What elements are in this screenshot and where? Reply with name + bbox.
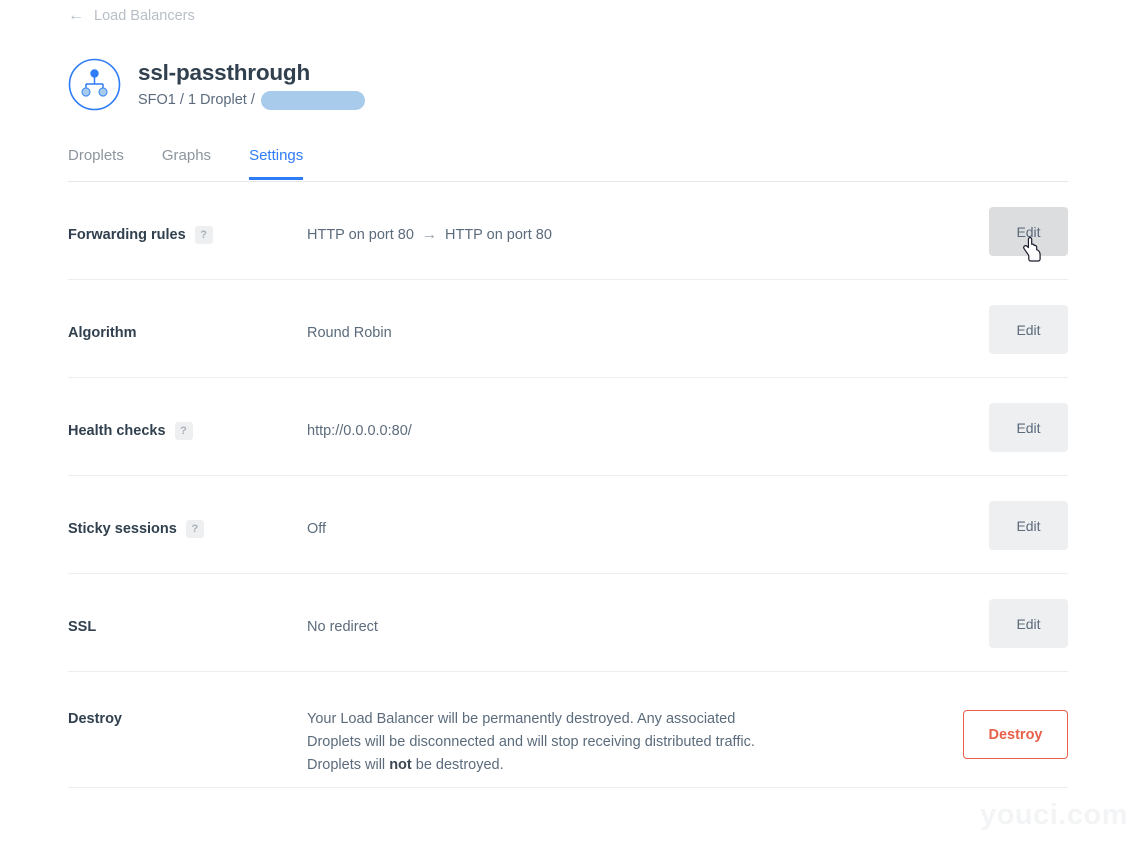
load-balancer-settings-page: ← Load Balancers ssl-passthrough SFO1 / … [0,0,1136,856]
settings-row-destroy: Destroy Your Load Balancer will be perma… [68,671,1068,787]
settings-row-value-cell: Your Load Balancer will be permanently d… [307,672,911,777]
tab-droplets[interactable]: Droplets [68,146,124,180]
destroy-description: Your Load Balancer will be permanently d… [307,708,787,777]
sticky-sessions-value: Off [307,521,327,537]
settings-label-forwarding-rules: Forwarding rules [68,227,186,243]
settings-label-algorithm: Algorithm [68,325,137,341]
breadcrumb-back-label: Load Balancers [94,8,195,24]
destroy-description-part2: be destroyed. [411,757,504,773]
settings-row-action-cell: Edit [911,574,1068,648]
settings-row-label-cell: Forwarding rules ? [68,182,307,244]
destroy-description-part1: Your Load Balancer will be permanently d… [307,711,755,773]
edit-button-forwarding-rules[interactable]: Edit [989,207,1068,256]
destroy-description-emphasis: not [389,757,412,773]
settings-row-value-cell: HTTP on port 80 → HTTP on port 80 [307,182,911,245]
edit-button-health-checks[interactable]: Edit [989,403,1068,452]
tab-graphs[interactable]: Graphs [162,146,211,180]
tab-settings[interactable]: Settings [249,146,304,180]
settings-row-action-cell: Edit [911,182,1068,256]
settings-list: Forwarding rules ? HTTP on port 80 → HTT… [68,181,1068,788]
load-balancer-icon [68,58,121,111]
forwarding-rule-target: HTTP on port 80 [445,227,552,243]
load-balancer-title-block: ssl-passthrough SFO1 / 1 Droplet / [138,57,365,110]
settings-row-label-cell: Destroy [68,672,307,728]
watermark: youci.com [980,799,1128,831]
settings-row-algorithm: Algorithm Round Robin Edit [68,279,1068,377]
settings-list-bottom-divider [68,787,1068,788]
ssl-value: No redirect [307,619,378,635]
edit-button-sticky-sessions[interactable]: Edit [989,501,1068,550]
health-check-value: http://0.0.0.0:80/ [307,423,412,439]
help-icon-forwarding-rules[interactable]: ? [194,226,213,244]
breadcrumb-back-load-balancers[interactable]: ← Load Balancers [68,6,195,26]
settings-row-value-cell: http://0.0.0.0:80/ [307,378,911,441]
settings-label-destroy: Destroy [68,711,122,727]
settings-row-action-cell: Destroy [911,672,1068,759]
forwarding-rule-value: HTTP on port 80 → HTTP on port 80 [307,225,891,245]
arrow-left-icon: ← [68,7,84,24]
forwarding-rule-source: HTTP on port 80 [307,227,414,243]
help-icon-health-checks[interactable]: ? [174,422,193,440]
settings-row-label-cell: Health checks ? [68,378,307,440]
settings-row-action-cell: Edit [911,280,1068,354]
page-title: ssl-passthrough [138,60,311,85]
settings-row-value-cell: Off [307,476,911,539]
edit-button-ssl[interactable]: Edit [989,599,1068,648]
arrow-right-icon: → [421,226,437,243]
settings-row-action-cell: Edit [911,378,1068,452]
settings-row-value-cell: No redirect [307,574,911,637]
destroy-button[interactable]: Destroy [963,710,1068,759]
settings-row-value-cell: Round Robin [307,280,911,343]
load-balancer-header: ssl-passthrough SFO1 / 1 Droplet / [68,57,365,111]
ip-address-redacted [260,90,365,110]
edit-button-algorithm[interactable]: Edit [989,305,1068,354]
settings-row-sticky-sessions: Sticky sessions ? Off Edit [68,475,1068,573]
settings-label-ssl: SSL [68,619,97,635]
page-subtitle-text: SFO1 / 1 Droplet / [138,92,255,108]
settings-row-ssl: SSL No redirect Edit [68,573,1068,671]
tab-bar: Droplets Graphs Settings [68,144,304,180]
settings-row-health-checks: Health checks ? http://0.0.0.0:80/ Edit [68,377,1068,475]
settings-row-label-cell: Sticky sessions ? [68,476,307,538]
settings-label-health-checks: Health checks [68,423,166,439]
page-subtitle: SFO1 / 1 Droplet / [138,90,365,110]
help-icon-sticky-sessions[interactable]: ? [185,520,204,538]
settings-label-sticky-sessions: Sticky sessions [68,521,177,537]
settings-row-label-cell: Algorithm [68,280,307,342]
settings-row-forwarding-rules: Forwarding rules ? HTTP on port 80 → HTT… [68,181,1068,279]
settings-row-action-cell: Edit [911,476,1068,550]
algorithm-value: Round Robin [307,325,392,341]
settings-row-label-cell: SSL [68,574,307,636]
